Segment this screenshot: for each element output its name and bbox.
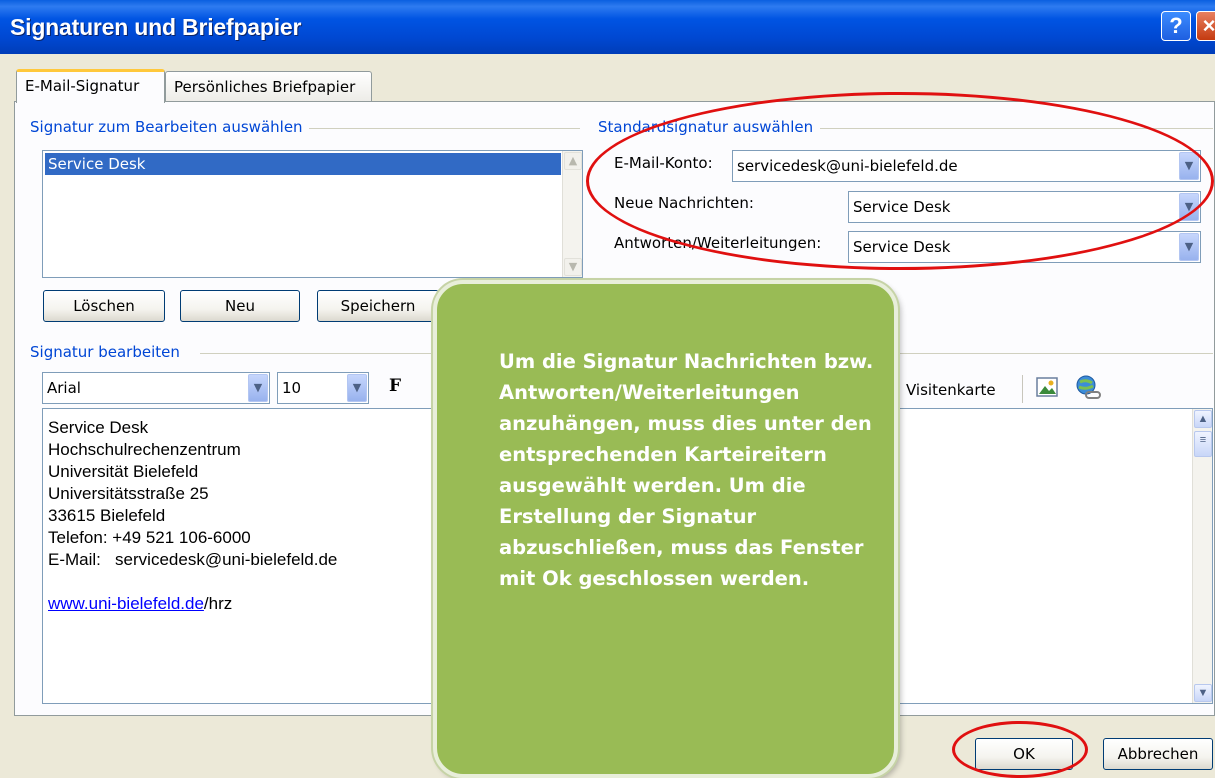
tab-personal-stationery[interactable]: Persönliches Briefpapier — [165, 71, 372, 103]
cancel-button[interactable]: Abbrechen — [1103, 738, 1213, 770]
close-icon: × — [1202, 13, 1215, 38]
scroll-down-icon[interactable]: ▼ — [1194, 684, 1212, 702]
signature-line: Service Desk — [48, 418, 149, 437]
list-scrollbar[interactable]: ▲ ▼ — [562, 151, 582, 277]
callout-ellipse-ok — [952, 721, 1088, 778]
scroll-up-icon[interactable]: ▲ — [1194, 410, 1212, 428]
signature-line: Hochschulrechenzentrum — [48, 440, 241, 459]
chevron-down-icon[interactable]: ▼ — [1179, 233, 1199, 261]
insert-picture-icon[interactable] — [1035, 375, 1061, 401]
help-button[interactable]: ? — [1161, 11, 1191, 41]
tab-email-signature[interactable]: E-Mail-Signatur — [16, 69, 165, 103]
select-signature-group-label: Signatur zum Bearbeiten auswählen — [30, 118, 309, 136]
business-card-button[interactable]: Visitenkarte — [906, 381, 996, 399]
toolbar-separator — [1022, 375, 1023, 403]
callout-ellipse-default-signature — [586, 92, 1214, 270]
signature-line: 33615 Bielefeld — [48, 506, 166, 525]
signature-line: Universität Bielefeld — [48, 462, 199, 481]
chevron-down-icon[interactable]: ▼ — [347, 374, 367, 402]
new-button-label: Neu — [225, 297, 255, 315]
tab-email-signature-label: E-Mail-Signatur — [25, 77, 140, 95]
font-size-select[interactable]: 10 ▼ — [277, 372, 369, 404]
delete-button[interactable]: Löschen — [43, 290, 165, 322]
tab-personal-stationery-label: Persönliches Briefpapier — [174, 78, 356, 96]
title-bar: Signaturen und Briefpapier ? × — [0, 0, 1215, 54]
bold-button[interactable]: F — [389, 376, 401, 396]
annotation-box: Um die Signatur Nachrichten bzw. Antwort… — [433, 280, 898, 778]
delete-button-label: Löschen — [73, 297, 135, 315]
list-item[interactable]: Service Desk — [45, 153, 561, 175]
signature-text: Service Desk Hochschulrechenzentrum Univ… — [48, 417, 337, 615]
edit-signature-group-label: Signatur bearbeiten — [30, 343, 186, 361]
font-select[interactable]: Arial ▼ — [42, 372, 270, 404]
signature-line: Universitätsstraße 25 — [48, 484, 209, 503]
font-size-value: 10 — [282, 379, 302, 397]
save-button[interactable]: Speichern — [317, 290, 439, 322]
scroll-down-icon[interactable]: ▼ — [564, 258, 582, 276]
font-value: Arial — [47, 379, 81, 397]
chevron-down-icon[interactable]: ▼ — [248, 374, 268, 402]
cancel-button-label: Abbrechen — [1117, 745, 1199, 763]
signature-line: E-Mail: servicedesk@uni-bielefeld.de — [48, 550, 338, 569]
link-suffix: /hrz — [203, 594, 233, 613]
scroll-thumb[interactable]: ≡ — [1194, 431, 1212, 457]
signature-line: Telefon: +49 521 106-6000 — [48, 528, 251, 547]
editor-scrollbar[interactable]: ▲ ≡ ▼ — [1192, 409, 1212, 703]
save-button-label: Speichern — [340, 297, 416, 315]
group-divider — [300, 128, 580, 129]
scroll-up-icon[interactable]: ▲ — [564, 152, 582, 170]
window-title: Signaturen und Briefpapier — [10, 14, 302, 40]
signature-link-line: www.uni-bielefeld.de/hrz — [48, 593, 337, 615]
close-button[interactable]: × — [1196, 11, 1215, 41]
signature-list[interactable]: Service Desk ▲ ▼ — [42, 150, 583, 278]
annotation-text: Um die Signatur Nachrichten bzw. Antwort… — [499, 350, 874, 590]
insert-hyperlink-icon[interactable] — [1073, 373, 1103, 403]
new-button[interactable]: Neu — [180, 290, 300, 322]
website-link[interactable]: www.uni-bielefeld.de — [48, 594, 204, 613]
